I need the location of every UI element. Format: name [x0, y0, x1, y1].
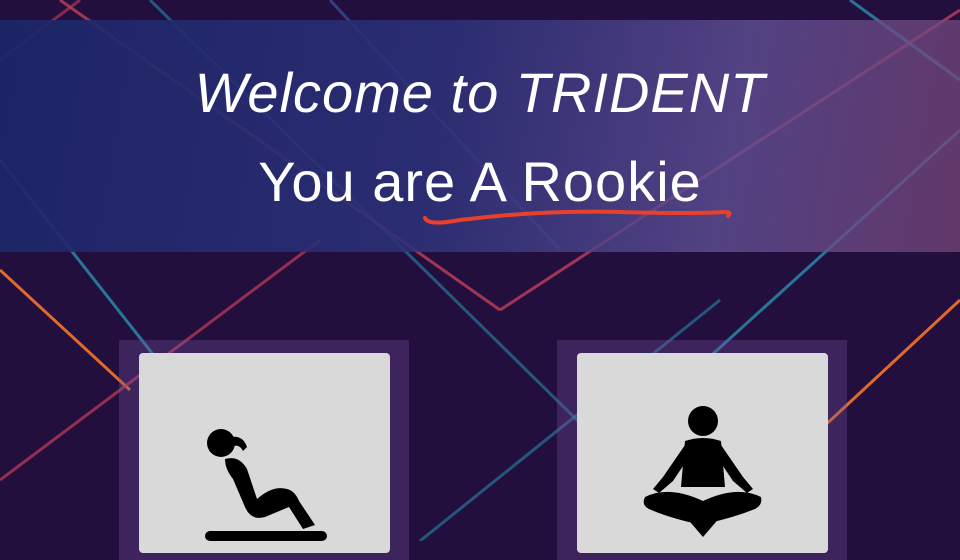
welcome-title: Welcome to TRIDENT: [194, 61, 766, 124]
situp-exercise-card[interactable]: [139, 353, 390, 553]
rank-underline: [423, 209, 732, 225]
meditation-exercise-card[interactable]: [577, 353, 828, 553]
meditation-icon: [643, 406, 762, 537]
situp-icon: [205, 429, 327, 541]
